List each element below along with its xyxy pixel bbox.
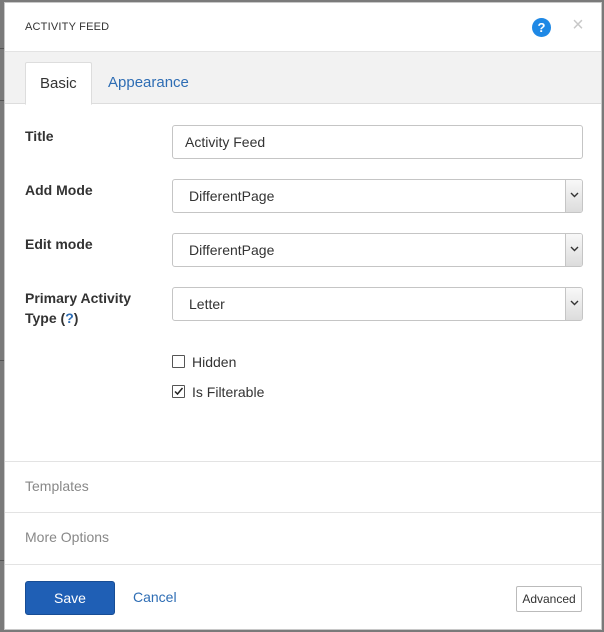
chevron-down-icon <box>565 234 582 266</box>
save-button[interactable]: Save <box>25 581 115 615</box>
hidden-checkbox[interactable] <box>172 355 185 368</box>
label-suffix: ) <box>73 310 79 326</box>
primary-activity-type-label: Primary Activity Type (?) <box>25 288 131 328</box>
label-prefix: Type ( <box>25 310 66 326</box>
dialog-header: ACTIVITY FEED ? × <box>5 3 601 52</box>
cancel-link[interactable]: Cancel <box>133 589 177 605</box>
edit-mode-value: DifferentPage <box>189 242 275 258</box>
primary-activity-type-label-line2: Type (?) <box>25 308 131 328</box>
primary-activity-type-help-link[interactable]: ? <box>65 310 74 326</box>
help-icon[interactable]: ? <box>532 18 551 37</box>
advanced-button[interactable]: Advanced <box>516 586 582 612</box>
primary-activity-type-select[interactable]: Letter <box>172 287 583 321</box>
is-filterable-label: Is Filterable <box>192 384 265 400</box>
templates-section[interactable]: Templates <box>5 461 601 512</box>
title-label: Title <box>25 128 54 144</box>
close-icon[interactable]: × <box>570 15 586 35</box>
more-options-section-label: More Options <box>25 529 110 545</box>
primary-activity-type-value: Letter <box>189 296 225 312</box>
activity-feed-dialog: ACTIVITY FEED ? × Basic Appearance Title… <box>4 2 602 630</box>
dialog-footer: Save Cancel Advanced <box>5 564 601 630</box>
add-mode-label: Add Mode <box>25 182 93 198</box>
checkmark-icon <box>174 387 184 396</box>
primary-activity-type-label-line1: Primary Activity <box>25 290 132 306</box>
edit-mode-label: Edit mode <box>25 236 93 252</box>
tab-bar: Basic Appearance <box>5 52 601 105</box>
tab-basic[interactable]: Basic <box>25 62 92 105</box>
chevron-down-icon <box>565 180 582 212</box>
hidden-label: Hidden <box>192 354 237 370</box>
dialog-title: ACTIVITY FEED <box>25 21 110 33</box>
add-mode-value: DifferentPage <box>189 188 275 204</box>
edit-mode-select[interactable]: DifferentPage <box>172 233 583 267</box>
more-options-section[interactable]: More Options <box>5 512 601 563</box>
is-filterable-checkbox[interactable] <box>172 385 185 398</box>
templates-section-label: Templates <box>25 478 89 494</box>
title-input[interactable] <box>172 125 583 159</box>
tab-appearance[interactable]: Appearance <box>94 62 203 105</box>
chevron-down-icon <box>565 288 582 320</box>
add-mode-select[interactable]: DifferentPage <box>172 179 583 213</box>
